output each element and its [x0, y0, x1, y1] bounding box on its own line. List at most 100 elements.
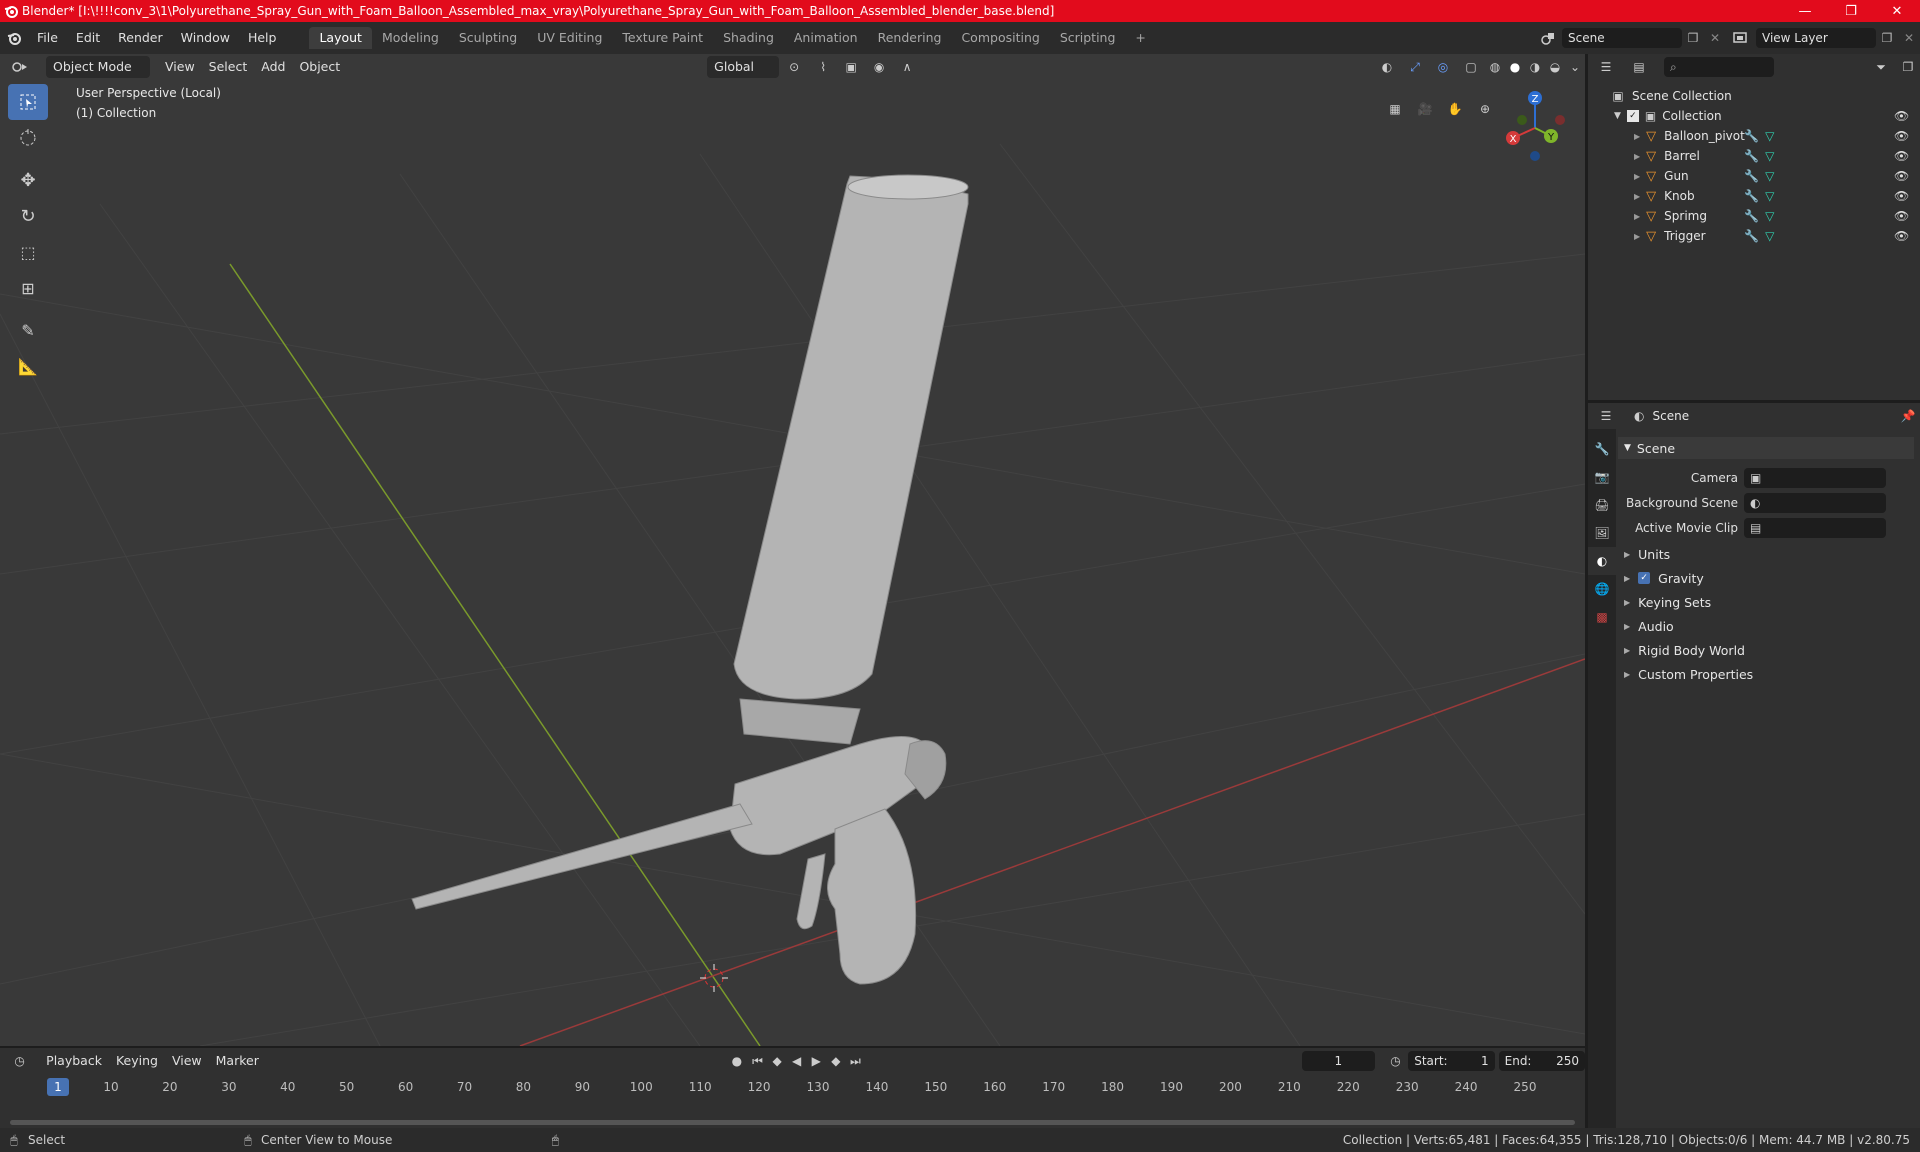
tab-layout[interactable]: Layout — [309, 27, 372, 49]
eye-icon[interactable]: 👁 — [1894, 229, 1909, 243]
mesh-data-icon[interactable]: ▽ — [1765, 149, 1774, 163]
jump-end-icon[interactable]: ⏭ — [846, 1054, 866, 1069]
expand-arrow-icon[interactable]: ▶ — [1634, 232, 1640, 241]
object-mode-dropdown[interactable]: Object Mode — [46, 56, 150, 78]
pan-hand-icon[interactable]: ✋ — [1440, 94, 1470, 124]
tool-tab-icon[interactable]: 🔧 — [1588, 435, 1616, 463]
preview-range-icon[interactable]: ◷ — [1383, 1054, 1408, 1068]
eye-icon[interactable]: 👁 — [1894, 129, 1909, 143]
view-layer-tab-icon[interactable]: 🖼 — [1588, 519, 1616, 547]
gun-body[interactable] — [729, 736, 936, 856]
menu-file[interactable]: File — [28, 27, 67, 49]
mesh-data-icon[interactable]: ▽ — [1765, 209, 1774, 223]
tab-animation[interactable]: Animation — [784, 27, 868, 49]
record-icon[interactable]: ● — [726, 1054, 748, 1068]
frame-ruler[interactable]: 1 10 20 30 40 50 60 70 80 90 100 110 120 130 140 150 160… — [0, 1078, 1585, 1098]
texture-tab-icon[interactable]: ▩ — [1588, 603, 1616, 631]
scene-panel-header[interactable]: ▼ Scene — [1618, 437, 1914, 459]
collapse-arrow-icon[interactable]: ▼ — [1614, 111, 1621, 121]
outliner-editor-type-icon[interactable]: ☰ — [1588, 60, 1624, 74]
eye-icon[interactable]: 👁 — [1894, 109, 1909, 123]
collection-row[interactable]: ▼ ✓ ▣ Collection 👁 — [1588, 106, 1920, 126]
current-frame-field[interactable]: 1 — [1302, 1051, 1375, 1071]
menu-edit[interactable]: Edit — [67, 27, 109, 49]
scene-selector-icon[interactable] — [1534, 31, 1562, 45]
next-keyframe-icon[interactable]: ◆ — [826, 1054, 846, 1068]
modifier-wrench-icon[interactable]: 🔧 — [1744, 129, 1759, 143]
viewport-menu-view[interactable]: View — [158, 56, 202, 78]
falloff-icon[interactable]: ∧ — [893, 60, 921, 74]
subpanel-header[interactable]: ▶ Keying Sets — [1618, 591, 1914, 613]
properties-editor-type-icon[interactable]: ☰ — [1588, 409, 1624, 423]
grip[interactable] — [827, 808, 917, 985]
axis-gizmo[interactable]: Z X Y — [1495, 86, 1575, 166]
menu-help[interactable]: Help — [239, 27, 286, 49]
tab-compositing[interactable]: Compositing — [951, 27, 1049, 49]
spray-gun-model[interactable] — [411, 174, 969, 985]
new-view-layer-icon[interactable]: ❐ — [1876, 31, 1898, 45]
mesh-data-icon[interactable]: ▽ — [1765, 229, 1774, 243]
eye-icon[interactable]: 👁 — [1894, 189, 1909, 203]
new-collection-icon[interactable]: ❐ — [1896, 60, 1920, 74]
prev-keyframe-icon[interactable]: ◆ — [767, 1054, 787, 1068]
view-layer-field[interactable]: View Layer — [1756, 28, 1876, 48]
annotate-tool-icon[interactable]: ✎ — [8, 312, 48, 348]
expand-arrow-icon[interactable]: ▶ — [1634, 212, 1640, 221]
mesh-data-icon[interactable]: ▽ — [1765, 189, 1774, 203]
modifier-wrench-icon[interactable]: 🔧 — [1744, 149, 1759, 163]
checkbox-icon[interactable]: ✓ — [1626, 110, 1639, 122]
scene-collection-row[interactable]: ▣ Scene Collection — [1588, 86, 1920, 106]
rotate-tool-icon[interactable]: ↻ — [8, 198, 48, 234]
gravity-checkbox[interactable]: ✓ — [1638, 572, 1651, 584]
end-frame-field[interactable]: End: 250 — [1498, 1051, 1586, 1071]
filter-icon[interactable]: ⏷ — [1866, 60, 1896, 75]
start-frame-field[interactable]: Start: 1 — [1408, 1051, 1495, 1071]
render-tab-icon[interactable]: 📷 — [1588, 463, 1616, 491]
subpanel-header[interactable]: ▶ Custom Properties — [1618, 663, 1914, 685]
proportional-edit-icon[interactable]: ◉ — [865, 60, 893, 74]
rendered-shading-icon[interactable]: ◒ — [1545, 60, 1565, 74]
outliner-object-row[interactable]: ▶ ▽ Knob 🔧 ▽ 👁 — [1588, 186, 1920, 206]
pivot-point-icon[interactable]: ⊙ — [779, 60, 809, 74]
transform-orientation-dropdown[interactable]: Global — [707, 56, 780, 78]
snap-target-icon[interactable]: ▣ — [837, 60, 865, 74]
eye-icon[interactable]: 👁 — [1894, 149, 1909, 163]
barrel[interactable] — [411, 803, 753, 910]
measure-tool-icon[interactable]: 📐 — [8, 348, 48, 384]
mesh-data-icon[interactable]: ▽ — [1765, 169, 1774, 183]
play-icon[interactable]: ▶ — [806, 1054, 826, 1068]
menu-window[interactable]: Window — [172, 27, 239, 49]
transform-tool-icon[interactable]: ⊞ — [8, 270, 48, 306]
jump-start-icon[interactable]: ⏮ — [748, 1054, 768, 1069]
add-workspace-button[interactable]: + — [1125, 27, 1155, 49]
maximize-button[interactable]: ❐ — [1828, 0, 1874, 22]
viewport-menu-select[interactable]: Select — [202, 56, 255, 78]
scene-tab-icon[interactable]: ◐ — [1588, 547, 1616, 575]
outliner-object-row[interactable]: ▶ ▽ Trigger 🔧 ▽ 👁 — [1588, 226, 1920, 246]
expand-arrow-icon[interactable]: ▶ — [1634, 192, 1640, 201]
playhead[interactable]: 1 — [47, 1078, 69, 1096]
expand-arrow-icon[interactable]: ▶ — [1634, 152, 1640, 161]
timeline-scrollbar[interactable] — [10, 1120, 1575, 1125]
timeline-menu-view[interactable]: View — [165, 1050, 209, 1072]
eye-icon[interactable]: 👁 — [1894, 169, 1909, 183]
can-top[interactable] — [847, 174, 969, 200]
display-mode-icon[interactable]: ▤ — [1624, 60, 1654, 74]
shading-options-icon[interactable]: ⌄ — [1565, 60, 1585, 74]
tab-scripting[interactable]: Scripting — [1050, 27, 1126, 49]
tab-rendering[interactable]: Rendering — [868, 27, 952, 49]
solid-shading-icon[interactable]: ● — [1505, 60, 1525, 74]
viewport-menu-object[interactable]: Object — [292, 56, 347, 78]
output-tab-icon[interactable]: 🖨 — [1588, 491, 1616, 519]
modifier-wrench-icon[interactable]: 🔧 — [1744, 229, 1759, 243]
delete-view-layer-icon[interactable]: ✕ — [1898, 31, 1920, 45]
visibility-selector-icon[interactable]: ◐ — [1373, 60, 1401, 74]
material-shading-icon[interactable]: ◑ — [1525, 60, 1545, 74]
3d-viewport[interactable]: Object Mode View Select Add Object Globa… — [0, 54, 1585, 1046]
outliner-object-row[interactable]: ▶ ▽ Barrel 🔧 ▽ 👁 — [1588, 146, 1920, 166]
subpanel-header[interactable]: ▶ Audio — [1618, 615, 1914, 637]
view-layer-icon[interactable] — [1726, 31, 1756, 45]
snap-icon[interactable]: ⌇ — [809, 60, 837, 74]
grid-view-icon[interactable]: ▦ — [1380, 94, 1410, 124]
modifier-wrench-icon[interactable]: 🔧 — [1744, 209, 1759, 223]
